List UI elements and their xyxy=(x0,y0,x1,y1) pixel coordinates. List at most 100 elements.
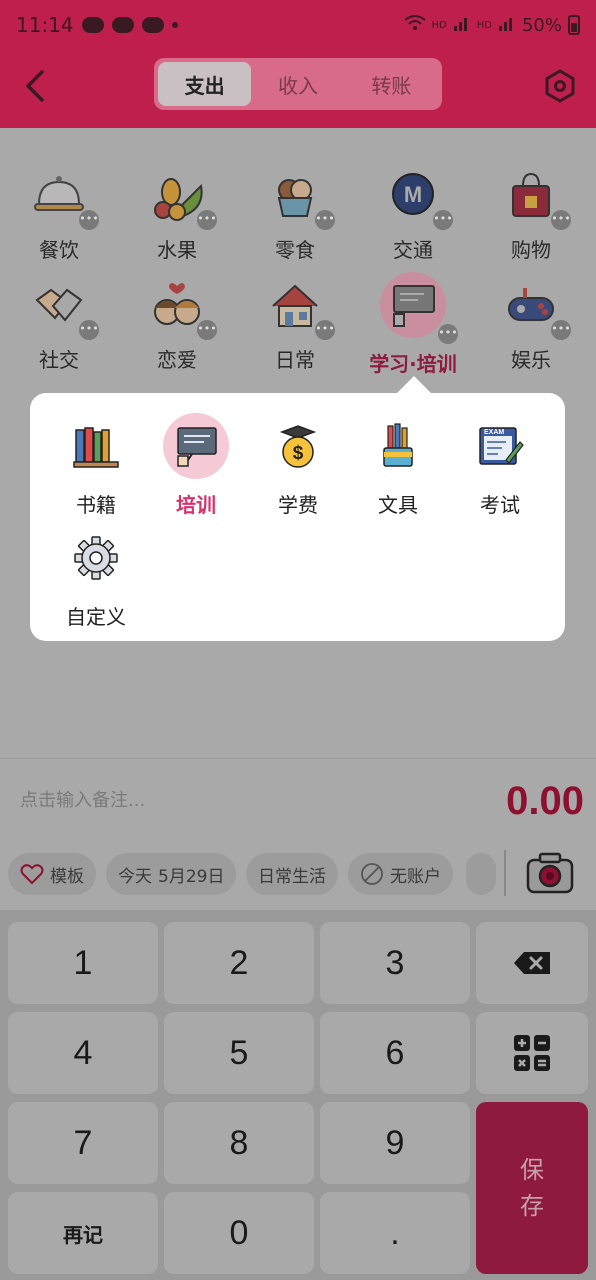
options-row: 模板 今天 5月29日 日常生活 无账户 xyxy=(0,838,596,910)
chevron-left-icon xyxy=(26,70,44,102)
backspace-icon xyxy=(514,952,550,974)
save-label: 存 xyxy=(520,1192,544,1220)
stationery-icon xyxy=(365,413,431,479)
exam-icon: EXAM xyxy=(467,413,533,479)
type-tabs: 支出 收入 转账 xyxy=(154,58,442,110)
status-time: 11:14 xyxy=(16,13,74,37)
category-item[interactable]: ••• 零食 xyxy=(236,168,354,263)
camera-icon xyxy=(526,852,574,894)
key-7[interactable]: 7 xyxy=(8,1102,158,1184)
category-item[interactable]: M ••• 交通 xyxy=(354,168,472,263)
backspace-button[interactable] xyxy=(476,922,588,1004)
keypad: 1 2 3 4 5 6 7 8 9 保 存 再记 0 . xyxy=(0,910,596,1280)
category-item[interactable]: ••• 恋爱 xyxy=(118,278,236,373)
save-label: 保 xyxy=(520,1156,544,1184)
cloche-icon: ••• xyxy=(31,168,99,230)
subcategory-label: 学费 xyxy=(278,493,318,517)
header: 支出 收入 转账 xyxy=(0,50,596,128)
svg-text:M: M xyxy=(404,182,422,207)
more-dots-icon: ••• xyxy=(197,210,217,230)
amount-display: 0.00 xyxy=(506,779,584,823)
more-dots-icon: ••• xyxy=(551,210,571,230)
battery-icon xyxy=(568,15,580,35)
gamepad-icon: ••• xyxy=(503,278,571,340)
category-label: 娱乐 xyxy=(511,348,551,372)
key-0[interactable]: 0 xyxy=(164,1192,314,1274)
status-bar: 11:14 HD HD 50% xyxy=(0,0,596,50)
category-label: 日常 xyxy=(275,348,315,372)
subcategory-label: 文具 xyxy=(378,493,418,517)
camera-button[interactable] xyxy=(526,850,574,896)
key-5[interactable]: 5 xyxy=(164,1012,314,1094)
subcategory-item[interactable]: 书籍 xyxy=(46,413,146,518)
date-chip[interactable]: 今天 5月29日 xyxy=(106,853,237,895)
tab-income[interactable]: 收入 xyxy=(251,62,344,106)
heart-icon xyxy=(20,864,44,885)
key-1[interactable]: 1 xyxy=(8,922,158,1004)
more-dots-icon: ••• xyxy=(433,210,453,230)
category-label: 零食 xyxy=(275,238,315,262)
key-9[interactable]: 9 xyxy=(320,1102,470,1184)
hexagon-settings-icon xyxy=(545,69,575,103)
more-dots-icon: ••• xyxy=(438,324,458,344)
tab-transfer[interactable]: 转账 xyxy=(345,62,438,106)
book-chip[interactable]: 日常生活 xyxy=(246,853,338,895)
save-button[interactable]: 保 存 xyxy=(476,1102,588,1274)
notification-dot-icon xyxy=(171,22,178,28)
training-board-icon xyxy=(163,413,229,479)
svg-text:$: $ xyxy=(293,443,304,464)
wechat-icon xyxy=(111,17,134,33)
network-label: HD xyxy=(431,19,447,31)
subcategory-item[interactable]: 培训 xyxy=(146,413,246,518)
key-3[interactable]: 3 xyxy=(320,922,470,1004)
subcategory-label: 自定义 xyxy=(66,605,126,629)
subcategory-item[interactable]: $ 学费 xyxy=(248,413,348,518)
calculator-icon xyxy=(514,1035,550,1071)
category-item[interactable]: ••• 社交 xyxy=(0,278,118,373)
subcategory-item[interactable]: 自定义 xyxy=(46,525,146,630)
category-item[interactable]: ••• 学习·培训 xyxy=(354,272,472,377)
subcategory-label: 考试 xyxy=(480,493,520,517)
back-button[interactable] xyxy=(18,68,54,104)
category-label: 恋爱 xyxy=(157,348,197,372)
calculator-button[interactable] xyxy=(476,1012,588,1094)
wifi-icon xyxy=(403,14,426,37)
key-2[interactable]: 2 xyxy=(164,922,314,1004)
handshake-icon: ••• xyxy=(31,278,99,340)
key-4[interactable]: 4 xyxy=(8,1012,158,1094)
settings-button[interactable] xyxy=(542,68,578,104)
wechat-icon xyxy=(141,17,164,33)
wechat-icon xyxy=(81,17,104,33)
save-again-button[interactable]: 再记 xyxy=(8,1192,158,1274)
divider xyxy=(504,850,506,896)
tab-expense[interactable]: 支出 xyxy=(158,62,252,106)
category-item[interactable]: ••• 购物 xyxy=(472,168,590,263)
no-account-icon xyxy=(361,863,383,885)
key-8[interactable]: 8 xyxy=(164,1102,314,1184)
category-item[interactable]: ••• 餐饮 xyxy=(0,168,118,263)
category-label: 交通 xyxy=(393,238,433,262)
category-item[interactable]: ••• 娱乐 xyxy=(472,278,590,373)
account-chip[interactable]: 无账户 xyxy=(348,853,453,895)
subcategory-item[interactable]: EXAM 考试 xyxy=(450,413,550,518)
category-label: 社交 xyxy=(39,348,79,372)
more-chip[interactable] xyxy=(466,853,496,895)
key-dot[interactable]: . xyxy=(320,1192,470,1274)
signal-icon xyxy=(498,14,516,37)
key-6[interactable]: 6 xyxy=(320,1012,470,1094)
template-chip[interactable]: 模板 xyxy=(8,853,96,895)
couple-icon: ••• xyxy=(149,278,217,340)
category-item[interactable]: ••• 日常 xyxy=(236,278,354,373)
book-label: 日常生活 xyxy=(258,866,326,887)
category-label: 水果 xyxy=(157,238,197,262)
account-label: 无账户 xyxy=(390,866,441,887)
gear-icon xyxy=(63,525,129,591)
subcategory-item[interactable]: 文具 xyxy=(348,413,448,518)
ice-cream-icon: ••• xyxy=(267,168,335,230)
category-item[interactable]: ••• 水果 xyxy=(118,168,236,263)
category-label: 购物 xyxy=(511,238,551,262)
more-dots-icon: ••• xyxy=(197,320,217,340)
template-label: 模板 xyxy=(50,866,84,887)
note-input[interactable] xyxy=(20,785,320,815)
network-label: HD xyxy=(476,19,492,31)
